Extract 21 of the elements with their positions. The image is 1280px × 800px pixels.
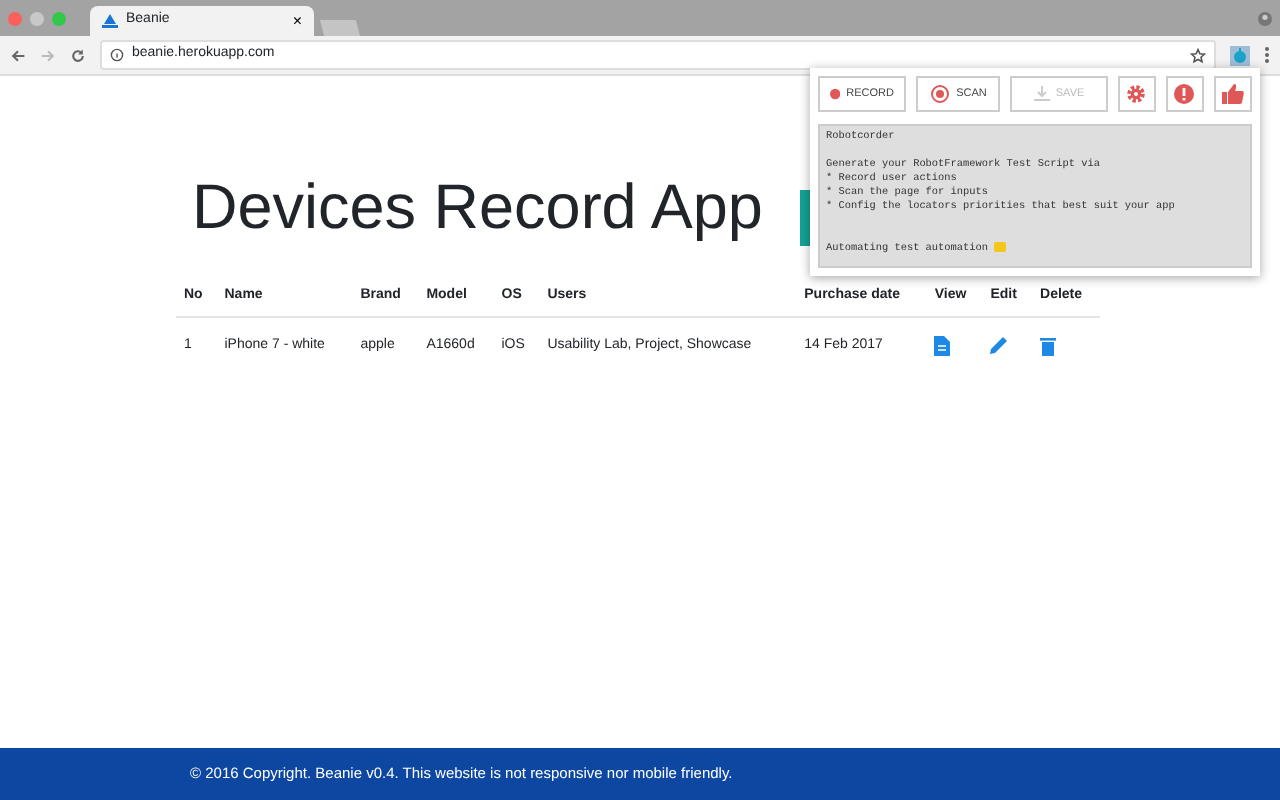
settings-icon [1126,84,1147,104]
back-icon[interactable] [10,47,26,63]
alert-button[interactable] [1165,76,1204,112]
thumbs-up-icon [1221,84,1244,104]
beanie-logo-icon [102,14,118,28]
target-icon [930,84,951,104]
exclamation-icon [1174,84,1195,104]
record-icon [830,84,841,104]
tab-close-button[interactable]: × [292,13,302,29]
delete-icon[interactable] [1040,335,1057,356]
profile-icon[interactable] [1258,11,1272,25]
edit-icon[interactable] [990,335,1009,354]
menu-icon[interactable] [1264,46,1270,64]
settings-button[interactable] [1117,76,1156,112]
info-icon [110,48,124,62]
document-icon[interactable] [934,335,951,356]
reload-icon[interactable] [70,47,86,63]
bookmark-star-icon[interactable] [1190,47,1206,63]
page-title: Devices Record App [192,176,763,239]
download-icon [1033,86,1050,102]
like-button[interactable] [1213,76,1252,112]
